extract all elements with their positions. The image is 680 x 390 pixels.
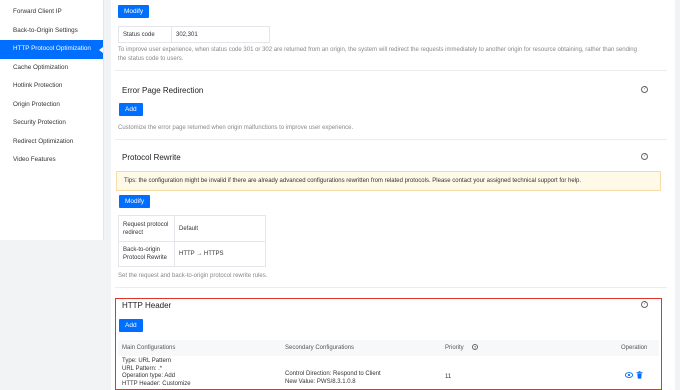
table-row: Type: URL Pattern URL Pattern: .* Operat… (118, 357, 659, 389)
divider (115, 287, 667, 288)
sidebar-item-origin-protection[interactable]: Origin Protection (0, 96, 103, 115)
main-config-type: Type: URL Pattern (122, 358, 172, 364)
back-to-origin-label-line-2: Protocol Rewrite (123, 255, 168, 261)
sidebar-item-back-to-origin[interactable]: Back-to-Origin Settings (0, 22, 103, 41)
main-config-cell: Type: URL Pattern URL Pattern: .* Operat… (122, 358, 191, 388)
request-protocol-label-line-2: redirect (123, 229, 144, 236)
column-priority: Priority (445, 345, 464, 351)
secondary-config-new-value: New Value: PWS/8.3.1.0.8 (285, 379, 356, 385)
status-modify-button[interactable]: Modify (118, 5, 150, 18)
sidebar-item-hotlink[interactable]: Hotlink Protection (0, 77, 103, 96)
back-to-origin-label-line-1: Back-to-origin (123, 247, 161, 253)
protocol-rewrite-table: Request protocol redirect Default Back-t… (118, 215, 266, 267)
sidebar-item-video[interactable]: Video Features (0, 151, 103, 170)
secondary-config-direction: Control Direction: Respond to Client (285, 371, 381, 377)
divider (115, 70, 667, 71)
status-code-label: Status code (118, 26, 172, 43)
column-main: Main Configurations (122, 345, 176, 351)
request-protocol-label: Request protocol redirect (118, 215, 175, 242)
status-desc-line-1: To improve user experience, when status … (118, 47, 637, 53)
column-secondary: Secondary Configurations (285, 345, 355, 351)
status-code-value: 302,301 (171, 26, 270, 43)
help-icon[interactable]: ? (641, 86, 648, 93)
main-config-url-pattern: URL Pattern: .* (122, 365, 163, 372)
delete-icon[interactable] (636, 371, 643, 381)
secondary-config-cell: Control Direction: Respond to Client New… (285, 370, 381, 386)
sidebar-item-http-protocol[interactable]: HTTP Protocol Optimization (0, 40, 103, 59)
protocol-rewrite-modify-button[interactable]: Modify (119, 195, 151, 208)
protocol-rewrite-description: Set the request and back-to-origin proto… (118, 273, 268, 279)
request-protocol-label-line-1: Request protocol (123, 221, 169, 228)
request-protocol-value: Default (174, 215, 266, 242)
main-panel: Modify Status code 302,301 To improve us… (111, 0, 675, 390)
help-icon[interactable]: ? (641, 301, 648, 308)
sidebar-item-redirect[interactable]: Redirect Optimization (0, 133, 103, 152)
error-page-description: Customize the error page returned when o… (118, 125, 354, 131)
back-to-origin-label: Back-to-origin Protocol Rewrite (118, 241, 175, 267)
status-code-description: To improve user experience, when status … (118, 46, 668, 63)
status-code-table: Status code 302,301 (118, 26, 270, 43)
status-desc-line-2: the status code to users. (118, 55, 184, 62)
table-header-row: Main Configurations Secondary Configurat… (118, 340, 659, 356)
error-page-add-button[interactable]: Add (119, 103, 143, 116)
sidebar-item-security[interactable]: Security Protection (0, 114, 103, 133)
priority-cell: 11 (445, 374, 452, 380)
error-page-title: Error Page Redirection (122, 86, 204, 95)
column-operation: Operation (621, 345, 648, 351)
sidebar-nav: Forward Client IP Back-to-Origin Setting… (0, 0, 104, 240)
back-to-origin-value: HTTP → HTTPS (174, 241, 266, 267)
priority-help-icon[interactable]: ? (472, 344, 478, 350)
protocol-rewrite-tip: Tips: the configuration might be invalid… (116, 171, 661, 191)
view-icon[interactable] (624, 372, 634, 380)
sidebar-item-cache[interactable]: Cache Optimization (0, 59, 103, 78)
http-header-title: HTTP Header (122, 301, 172, 310)
divider (115, 139, 667, 140)
main-config-operation-type: Operation type: Add (122, 373, 176, 379)
main-config-http-header: HTTP Header: Customize (122, 380, 191, 387)
protocol-rewrite-title: Protocol Rewrite (122, 153, 181, 162)
sidebar-item-forward-client-ip[interactable]: Forward Client IP (0, 3, 103, 22)
help-icon[interactable]: ? (641, 153, 648, 160)
http-header-add-button[interactable]: Add (119, 319, 143, 332)
